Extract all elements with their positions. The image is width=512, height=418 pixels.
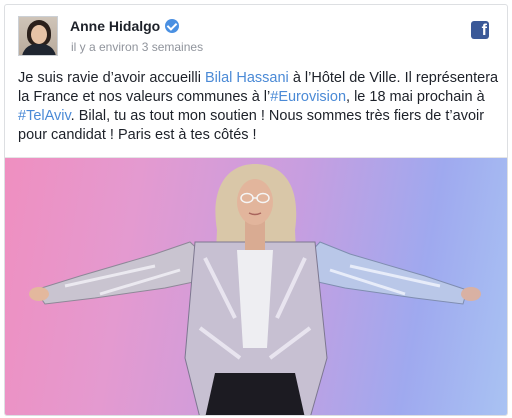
post-header: Anne Hidalgo il y a environ 3 semaines f <box>18 16 497 62</box>
right-hand <box>461 287 481 301</box>
left-hand <box>29 287 49 301</box>
avatar-face <box>31 25 47 44</box>
avatar-body <box>22 44 56 55</box>
author-avatar[interactable] <box>18 16 58 56</box>
post-photo[interactable] <box>5 157 507 415</box>
hashtag-link-telaviv[interactable]: #TelAviv <box>18 108 71 124</box>
post-text: Je suis ravie d’avoir accueilli Bilal Ha… <box>18 69 500 145</box>
dark-trousers <box>205 373 305 415</box>
facebook-icon[interactable]: f <box>471 21 489 39</box>
mention-link-bilal-hassani[interactable]: Bilal Hassani <box>205 70 289 86</box>
author-name[interactable]: Anne Hidalgo <box>70 18 180 34</box>
post-text-segment: Je suis ravie d’avoir accueilli <box>18 70 205 86</box>
post-text-segment: . Bilal, tu as tout mon soutien ! Nous s… <box>18 108 485 143</box>
hashtag-link-eurovision[interactable]: #Eurovision <box>270 89 346 105</box>
white-shirt <box>237 250 273 348</box>
post-text-segment: , le 18 mai prochain à <box>346 89 485 105</box>
photo-illustration <box>29 164 481 415</box>
verified-badge-icon <box>165 19 180 33</box>
face <box>237 179 273 225</box>
author-name-text[interactable]: Anne Hidalgo <box>70 18 160 34</box>
facebook-post-card: Anne Hidalgo il y a environ 3 semaines f… <box>4 4 508 416</box>
post-timestamp[interactable]: il y a environ 3 semaines <box>71 40 203 54</box>
